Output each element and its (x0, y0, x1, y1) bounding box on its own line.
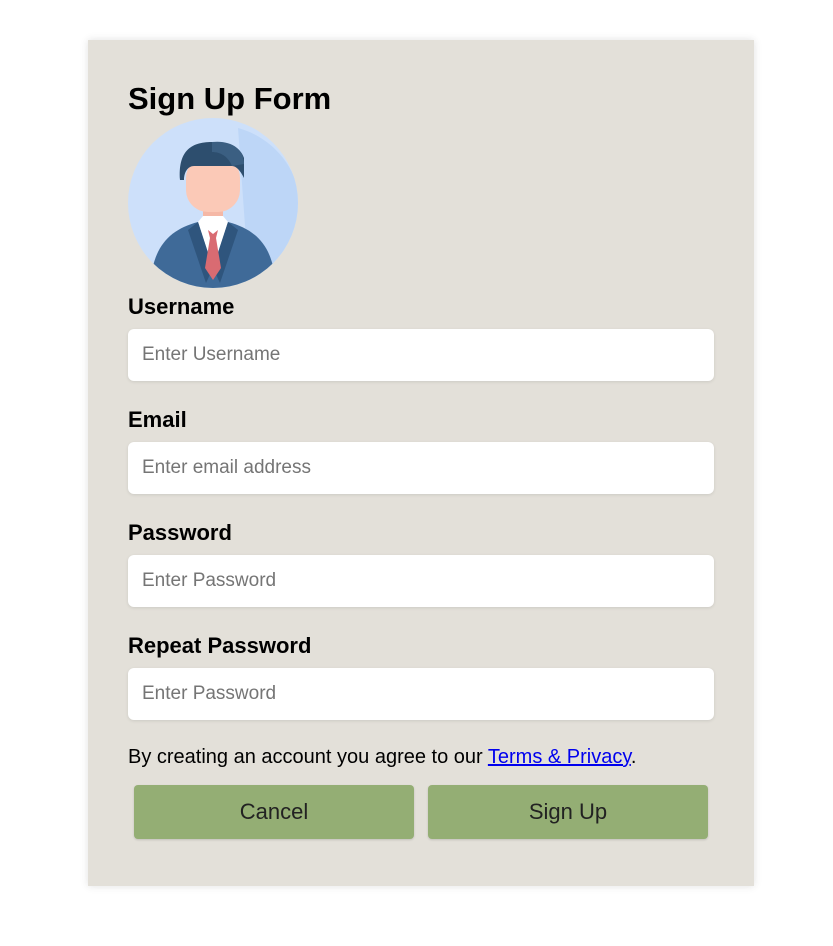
signup-form-card: Sign Up Form Username Email Passwo (88, 40, 754, 886)
repeat-password-label: Repeat Password (128, 633, 312, 658)
form-buttons: Cancel Sign Up (134, 785, 708, 839)
terms-prefix: By creating an account you agree to our (128, 746, 488, 768)
email-input[interactable] (128, 442, 714, 494)
cancel-button[interactable]: Cancel (134, 785, 414, 839)
signup-button[interactable]: Sign Up (428, 785, 708, 839)
terms-privacy-link[interactable]: Terms & Privacy (488, 746, 631, 768)
password-input[interactable] (128, 555, 714, 607)
terms-text: By creating an account you agree to our … (128, 744, 714, 770)
user-avatar-icon (128, 118, 298, 288)
username-input[interactable] (128, 329, 714, 381)
terms-suffix: . (630, 746, 637, 768)
form-title: Sign Up Form (128, 81, 332, 116)
username-label: Username (128, 294, 235, 319)
password-label: Password (128, 520, 232, 545)
repeat-password-input[interactable] (128, 668, 714, 720)
email-label: Email (128, 407, 187, 432)
